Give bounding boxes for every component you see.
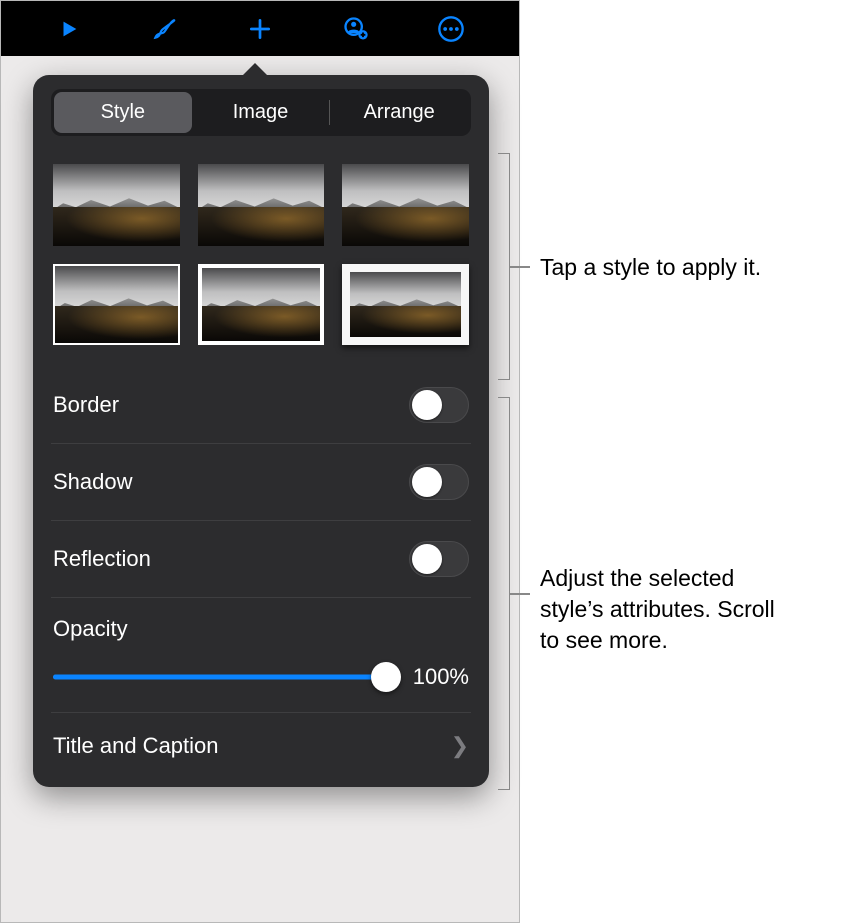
shadow-toggle[interactable] (409, 464, 469, 500)
style-preset-5[interactable] (198, 264, 325, 346)
title-caption-label: Title and Caption (53, 733, 219, 759)
more-icon[interactable] (431, 9, 471, 49)
reflection-row: Reflection (51, 521, 471, 598)
callout-bracket-styles (498, 153, 510, 380)
style-preset-6[interactable] (342, 264, 469, 346)
tab-arrange[interactable]: Arrange (330, 92, 468, 133)
reflection-toggle[interactable] (409, 541, 469, 577)
tab-style[interactable]: Style (54, 92, 192, 133)
style-preset-2[interactable] (198, 164, 325, 246)
opacity-value: 100% (404, 664, 469, 690)
border-toggle[interactable] (409, 387, 469, 423)
title-caption-row[interactable]: Title and Caption ❯ (51, 713, 471, 779)
collaborate-icon[interactable] (336, 9, 376, 49)
top-toolbar (1, 1, 519, 56)
callout-line-attributes (510, 593, 530, 595)
reflection-label: Reflection (53, 546, 151, 572)
style-preset-4[interactable] (53, 264, 180, 346)
shadow-row: Shadow (51, 444, 471, 521)
callout-bracket-attributes (498, 397, 510, 790)
style-preset-1[interactable] (53, 164, 180, 246)
opacity-slider[interactable] (53, 665, 386, 689)
format-popover: Style Image Arrange Border Shadow Reflec… (33, 75, 489, 787)
callout-line-styles (510, 266, 530, 268)
style-thumbnail-grid (53, 164, 469, 345)
opacity-row: Opacity 100% (51, 598, 471, 713)
chevron-right-icon: ❯ (451, 733, 469, 759)
tab-image[interactable]: Image (192, 92, 330, 133)
plus-icon[interactable] (240, 9, 280, 49)
callout-text-attributes: Adjust the selected style’s attributes. … (540, 563, 800, 656)
style-preset-3[interactable] (342, 164, 469, 246)
format-tabs: Style Image Arrange (51, 89, 471, 136)
callout-text-styles: Tap a style to apply it. (540, 252, 830, 283)
border-label: Border (53, 392, 119, 418)
shadow-label: Shadow (53, 469, 133, 495)
app-stage: Style Image Arrange Border Shadow Reflec… (0, 0, 520, 923)
play-icon[interactable] (49, 9, 89, 49)
opacity-label: Opacity (53, 616, 469, 642)
border-row: Border (51, 367, 471, 444)
brush-icon[interactable] (144, 9, 184, 49)
